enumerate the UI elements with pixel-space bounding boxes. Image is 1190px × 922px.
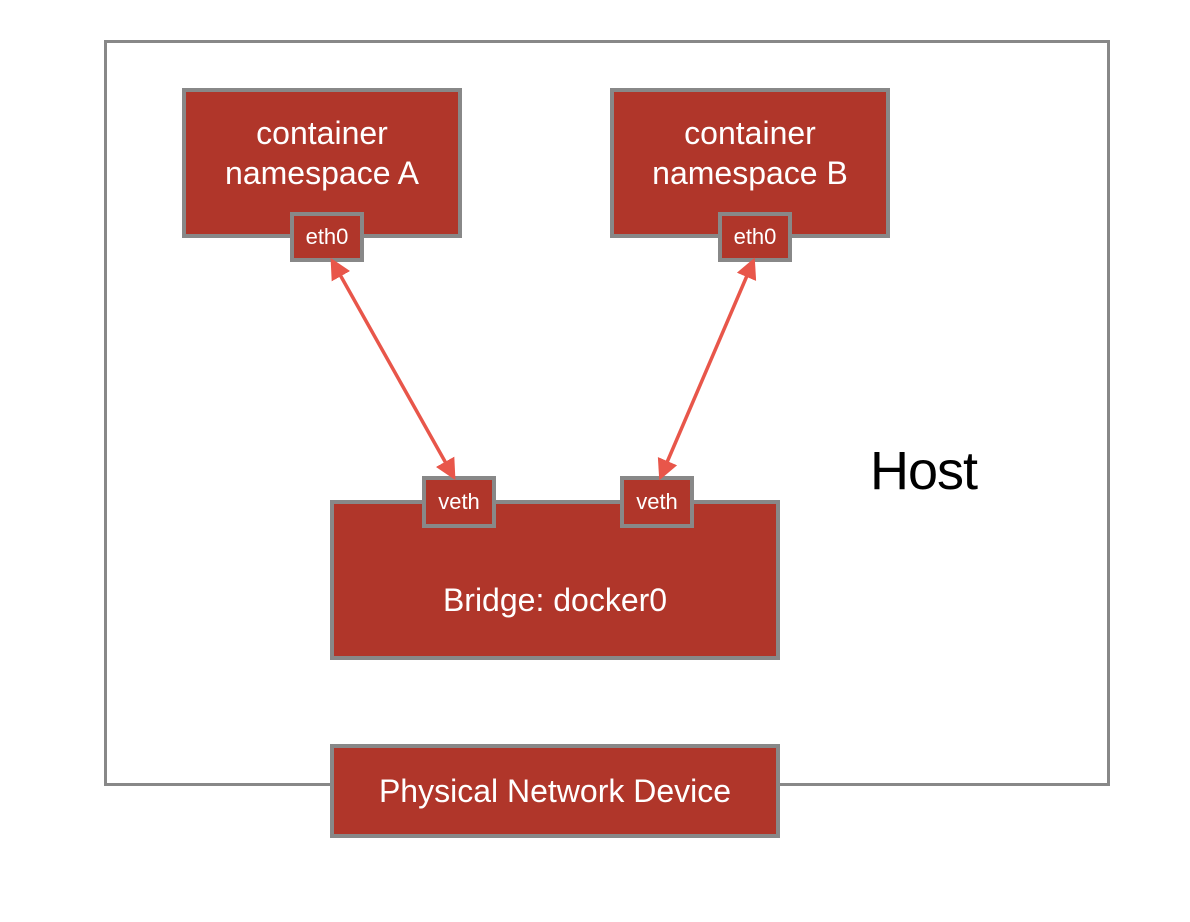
veth-right: veth <box>620 476 694 528</box>
container-b-line1: container <box>684 115 816 151</box>
bridge-docker0: Bridge: docker0 <box>330 500 780 660</box>
container-a-text: container namespace A <box>225 113 419 193</box>
bridge-label: Bridge: docker0 <box>443 582 667 619</box>
veth-left: veth <box>422 476 496 528</box>
physical-network-device: Physical Network Device <box>330 744 780 838</box>
container-a-line2: namespace A <box>225 155 419 191</box>
eth0-a: eth0 <box>290 212 364 262</box>
container-b-text: container namespace B <box>652 113 848 193</box>
container-b-line2: namespace B <box>652 155 848 191</box>
host-label: Host <box>870 440 977 502</box>
container-a-line1: container <box>256 115 388 151</box>
diagram-canvas: Host container namespace A eth0 containe… <box>0 0 1190 922</box>
eth0-b: eth0 <box>718 212 792 262</box>
